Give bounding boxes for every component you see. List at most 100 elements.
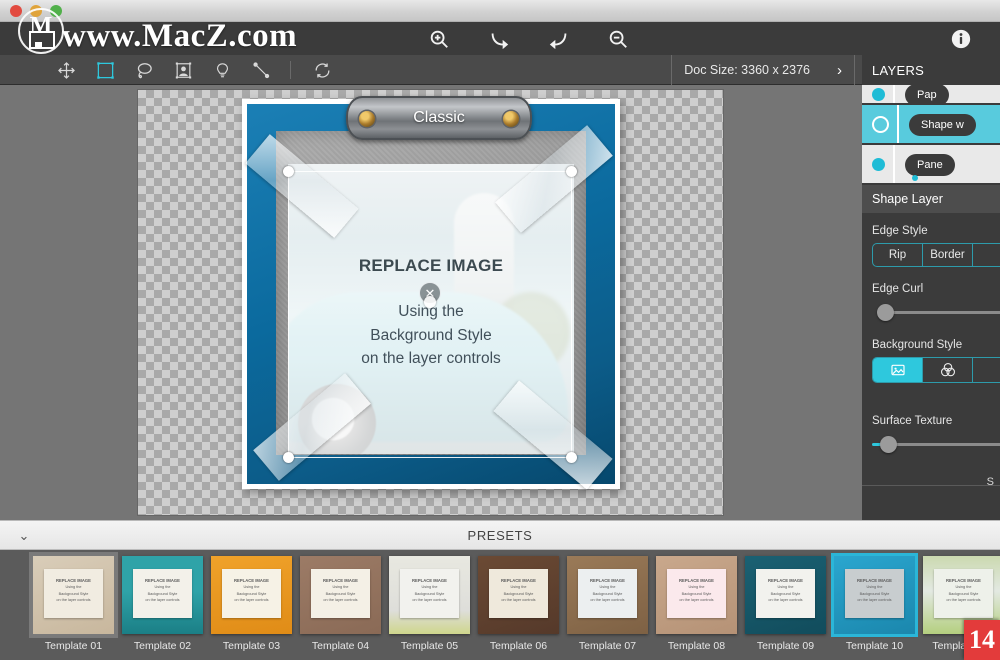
layer-row[interactable]: Shape w [862, 105, 1000, 145]
preset-thumbnail-label: Template 08 [656, 640, 737, 652]
preset-thumbnail-label: Template 03 [211, 640, 292, 652]
layer-name-label: Pane [905, 154, 955, 176]
nameplate-rivet-right [503, 111, 519, 127]
options-bar: Doc Size: 3360 x 2376 › LAYERS [0, 55, 1000, 85]
layer-row[interactable]: Pap [862, 85, 1000, 105]
preset-thumbnail-text: REPLACE IMAGEUsing theBackground Styleon… [133, 577, 191, 604]
presets-strip[interactable]: REPLACE IMAGEUsing theBackground Styleon… [0, 550, 1000, 660]
preset-thumbnail-card: REPLACE IMAGEUsing theBackground Styleon… [489, 569, 547, 617]
info-icon[interactable] [941, 22, 981, 55]
preset-thumbnail-image[interactable]: REPLACE IMAGEUsing theBackground Styleon… [745, 556, 826, 634]
preset-thumbnail-image[interactable]: REPLACE IMAGEUsing theBackground Styleon… [389, 556, 470, 634]
move-tool[interactable] [47, 55, 85, 85]
preset-thumbnail-image[interactable]: REPLACE IMAGEUsing theBackground Styleon… [478, 556, 559, 634]
line-tool[interactable] [242, 55, 280, 85]
rotate-tool[interactable] [303, 55, 341, 85]
preset-thumbnail-image[interactable]: REPLACE IMAGEUsing theBackground Styleon… [122, 556, 203, 634]
layer-divider [893, 145, 895, 183]
artwork-frame[interactable]: REPLACE IMAGE Using the Background Style… [242, 99, 620, 489]
image-icon[interactable] [873, 358, 923, 382]
edge-curl-slider-knob[interactable] [877, 304, 894, 321]
preset-thumbnail-card: REPLACE IMAGEUsing theBackground Styleon… [222, 569, 280, 617]
preset-thumbnail-image[interactable]: REPLACE IMAGEUsing theBackground Styleon… [211, 556, 292, 634]
layer-name-label: Pap [905, 85, 949, 106]
edge-style-option-3[interactable] [973, 244, 1000, 266]
preset-thumbnail[interactable]: REPLACE IMAGEUsing theBackground Styleon… [745, 556, 826, 652]
undo-icon[interactable] [479, 22, 519, 55]
edge-style-option-border[interactable]: Border [923, 244, 973, 266]
document-canvas[interactable]: REPLACE IMAGE Using the Background Style… [138, 90, 723, 515]
preset-thumbnail-text: REPLACE IMAGEUsing theBackground Styleon… [845, 577, 903, 604]
preset-thumbnail-image[interactable]: REPLACE IMAGEUsing theBackground Styleon… [33, 556, 114, 634]
layer-visibility-icon[interactable] [872, 116, 889, 133]
nameplate[interactable]: Classic [346, 96, 532, 140]
preset-thumbnail-image[interactable]: REPLACE IMAGEUsing theBackground Styleon… [834, 556, 915, 634]
preset-thumbnail[interactable]: REPLACE IMAGEUsing theBackground Styleon… [33, 556, 114, 652]
preset-thumbnail-label: Template 07 [567, 640, 648, 652]
doc-size-readout: Doc Size: 3360 x 2376 [671, 55, 822, 85]
right-panel: Pap Shape w Pane Shape Layer Edge Style … [862, 85, 1000, 520]
preset-thumbnail[interactable]: REPLACE IMAGEUsing theBackground Styleon… [834, 556, 915, 652]
preset-thumbnail-text: REPLACE IMAGEUsing theBackground Styleon… [578, 577, 636, 604]
crop-tool[interactable] [86, 55, 124, 85]
layers-list[interactable]: Pap Shape w Pane [862, 85, 1000, 185]
layer-visibility-icon[interactable] [872, 88, 885, 101]
preset-thumbnail[interactable]: REPLACE IMAGEUsing theBackground Styleon… [122, 556, 203, 652]
preset-thumbnail[interactable]: REPLACE IMAGEUsing theBackground Styleon… [656, 556, 737, 652]
presets-header-bar: ⌄ PRESETS [0, 520, 1000, 550]
layer-status-dot [912, 175, 918, 181]
main-toolbar [0, 22, 1000, 55]
zoom-window-button[interactable] [50, 5, 62, 17]
surface-texture-slider-knob[interactable] [880, 436, 897, 453]
preset-thumbnail-card: REPLACE IMAGEUsing theBackground Styleon… [311, 569, 369, 617]
zoom-in-icon[interactable] [419, 22, 459, 55]
expand-panel-button[interactable]: › [825, 55, 855, 85]
background-style-segmented-control[interactable] [872, 357, 1000, 383]
edge-curl-slider[interactable] [872, 301, 1000, 323]
toolbar-divider [290, 61, 291, 79]
preset-thumbnail-text: REPLACE IMAGEUsing theBackground Styleon… [489, 577, 547, 604]
preset-thumbnail[interactable]: REPLACE IMAGEUsing theBackground Styleon… [478, 556, 559, 652]
zoom-out-icon[interactable] [598, 22, 638, 55]
preset-thumbnail[interactable]: REPLACE IMAGEUsing theBackground Styleon… [389, 556, 470, 652]
presets-title: PRESETS [468, 528, 533, 543]
preset-thumbnail-label: Template 04 [300, 640, 381, 652]
surface-texture-slider[interactable] [872, 433, 1000, 455]
corner-watermark: 14 [964, 620, 1000, 660]
preset-thumbnail-text: REPLACE IMAGEUsing theBackground Styleon… [756, 577, 814, 604]
title-bar [0, 0, 1000, 22]
bulb-tool[interactable] [203, 55, 241, 85]
preset-thumbnail-image[interactable]: REPLACE IMAGEUsing theBackground Styleon… [656, 556, 737, 634]
preset-thumbnail-card: REPLACE IMAGEUsing theBackground Styleon… [44, 569, 102, 617]
preset-thumbnail[interactable]: REPLACE IMAGEUsing theBackground Styleon… [211, 556, 292, 652]
surface-texture-slider-track[interactable] [880, 443, 1000, 446]
preset-thumbnail-text: REPLACE IMAGEUsing theBackground Styleon… [667, 577, 725, 604]
minimize-window-button[interactable] [30, 5, 42, 17]
portrait-tool[interactable] [164, 55, 202, 85]
color-blend-icon[interactable] [923, 358, 973, 382]
edge-curl-slider-track[interactable] [880, 311, 1000, 314]
close-window-button[interactable] [10, 5, 22, 17]
layer-visibility-icon[interactable] [872, 158, 885, 171]
canvas-area[interactable]: REPLACE IMAGE Using the Background Style… [0, 85, 862, 520]
preset-thumbnail-text: REPLACE IMAGEUsing theBackground Styleon… [222, 577, 280, 604]
layer-row[interactable]: Pane [862, 145, 1000, 185]
preset-thumbnail-image[interactable]: REPLACE IMAGEUsing theBackground Styleon… [300, 556, 381, 634]
chevron-down-icon[interactable]: ⌄ [12, 521, 36, 551]
preset-thumbnail[interactable]: REPLACE IMAGEUsing theBackground Styleon… [567, 556, 648, 652]
redo-icon[interactable] [539, 22, 579, 55]
save-partial-label[interactable]: S [987, 476, 994, 488]
edge-style-option-rip[interactable]: Rip [873, 244, 923, 266]
preset-thumbnail-text: REPLACE IMAGEUsing theBackground Styleon… [44, 577, 102, 604]
edge-style-segmented-control[interactable]: Rip Border [872, 243, 1000, 267]
preset-thumbnail-image[interactable]: REPLACE IMAGEUsing theBackground Styleon… [567, 556, 648, 634]
shape-layer-header: Shape Layer [862, 185, 1000, 213]
preset-thumbnail-card: REPLACE IMAGEUsing theBackground Styleon… [756, 569, 814, 617]
layer-divider [897, 105, 899, 143]
app-window: M www.MacZ.com [0, 0, 1000, 660]
background-style-option-3[interactable] [973, 358, 1000, 382]
preset-thumbnail[interactable]: REPLACE IMAGEUsing theBackground Styleon… [300, 556, 381, 652]
preset-thumbnail-card: REPLACE IMAGEUsing theBackground Styleon… [667, 569, 725, 617]
shape-layer-panel: Shape Layer Edge Style Rip Border Edge C… [862, 185, 1000, 520]
lasso-tool[interactable] [125, 55, 163, 85]
